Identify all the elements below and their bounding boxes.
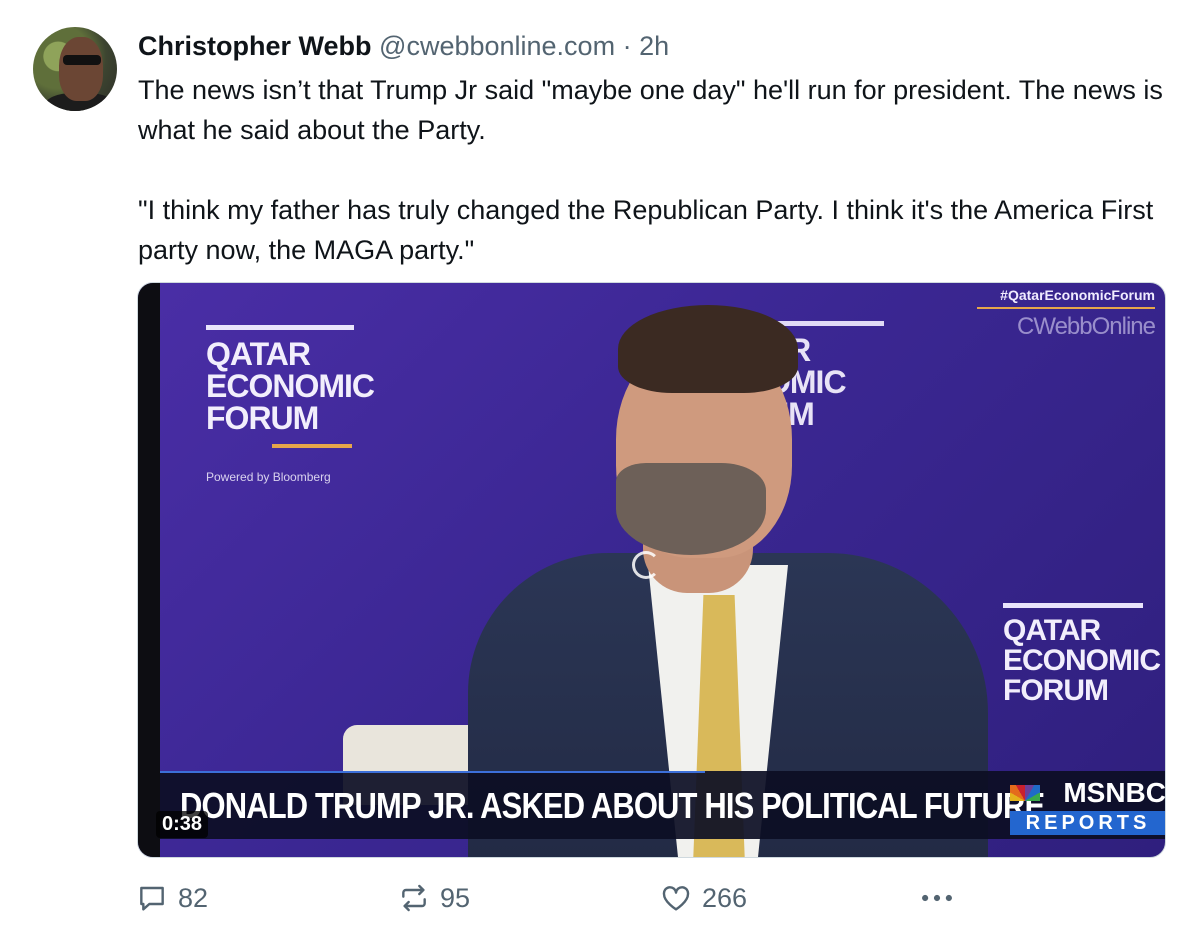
avatar-face — [59, 37, 103, 101]
loading-spinner-icon — [632, 551, 660, 579]
network-sub-label: REPORTS — [1010, 811, 1165, 835]
like-button[interactable]: 266 — [660, 878, 747, 918]
network-logo: MSNBC REPORTS — [998, 777, 1166, 835]
author-name[interactable]: Christopher Webb — [138, 31, 372, 61]
video-letterbox — [138, 283, 160, 857]
post-header: Christopher Webb @cwebbonline.com · 2h — [138, 28, 669, 64]
more-options-icon — [922, 894, 952, 902]
lower-third-progress-line — [160, 771, 705, 773]
video-hashtag: #QatarEconomicForum — [1000, 287, 1155, 303]
forum-logo-right: QATAR ECONOMIC FORUM — [1003, 603, 1161, 706]
author-handle[interactable]: @cwebbonline.com — [379, 31, 615, 61]
speaker-hair — [618, 305, 798, 393]
video-lower-third: DONALD TRUMP JR. ASKED ABOUT HIS POLITIC… — [160, 771, 1166, 839]
video-duration: 0:38 — [156, 811, 209, 838]
heart-icon — [662, 886, 690, 911]
post-actions: 82 95 266 — [0, 878, 1194, 918]
post-paragraph: The news isn’t that Trump Jr said "maybe… — [138, 75, 1163, 145]
video-headline: DONALD TRUMP JR. ASKED ABOUT HIS POLITIC… — [180, 785, 1045, 826]
header-separator: · — [622, 31, 632, 61]
post-body: The news isn’t that Trump Jr said "maybe… — [138, 70, 1168, 270]
avatar-sunglasses — [63, 55, 101, 65]
more-options-button[interactable] — [918, 878, 956, 918]
repost-count: 95 — [440, 882, 471, 913]
speaker-beard — [616, 463, 766, 555]
forum-logo: QATAR ECONOMIC FORUM Powered by Bloomber… — [206, 325, 375, 484]
network-name: MSNBC — [1063, 777, 1166, 808]
video-watermark: CWebbOnline — [1017, 313, 1156, 340]
repost-button[interactable]: 95 — [398, 878, 470, 918]
repost-icon — [402, 884, 426, 912]
reply-icon — [140, 886, 164, 911]
like-count: 266 — [702, 882, 748, 913]
hashtag-underline — [977, 307, 1155, 309]
reply-button[interactable]: 82 — [136, 878, 208, 918]
author-avatar[interactable] — [33, 27, 117, 111]
post-paragraph: "I think my father has truly changed the… — [138, 195, 1154, 265]
reply-count: 82 — [178, 882, 209, 913]
video-player[interactable]: QATAR ECONOMIC FORUM Powered by Bloomber… — [137, 282, 1166, 858]
post-timestamp[interactable]: 2h — [639, 31, 669, 61]
